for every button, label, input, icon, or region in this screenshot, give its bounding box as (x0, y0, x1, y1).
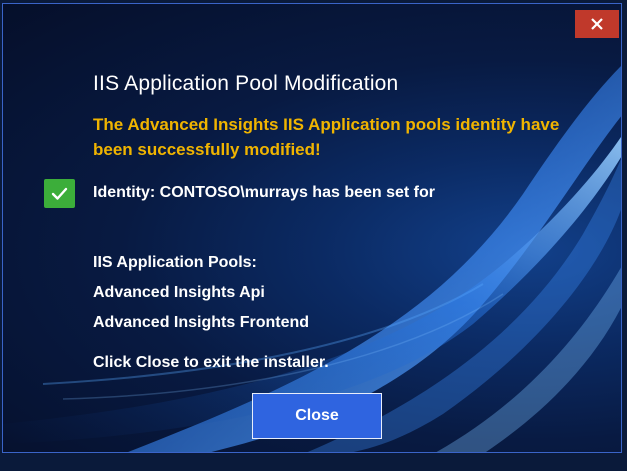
success-message: The Advanced Insights IIS Application po… (93, 115, 560, 159)
installer-dialog: IIS Application Pool Modification The Ad… (2, 3, 622, 453)
identity-text: Identity: CONTOSO\murrays has been set f… (93, 184, 436, 201)
window-close-button[interactable] (575, 10, 619, 38)
pool-item: Advanced Insights Api (93, 284, 265, 301)
pool-item: Advanced Insights Frontend (93, 314, 310, 331)
screen: IIS Application Pool Modification The Ad… (0, 0, 627, 471)
pools-label: IIS Application Pools: (93, 254, 257, 271)
dialog-title: IIS Application Pool Modification (93, 72, 399, 95)
close-button[interactable]: Close (252, 393, 382, 439)
checkmark-icon (44, 179, 75, 208)
close-icon (591, 18, 603, 30)
instruction-text: Click Close to exit the installer. (93, 354, 329, 371)
